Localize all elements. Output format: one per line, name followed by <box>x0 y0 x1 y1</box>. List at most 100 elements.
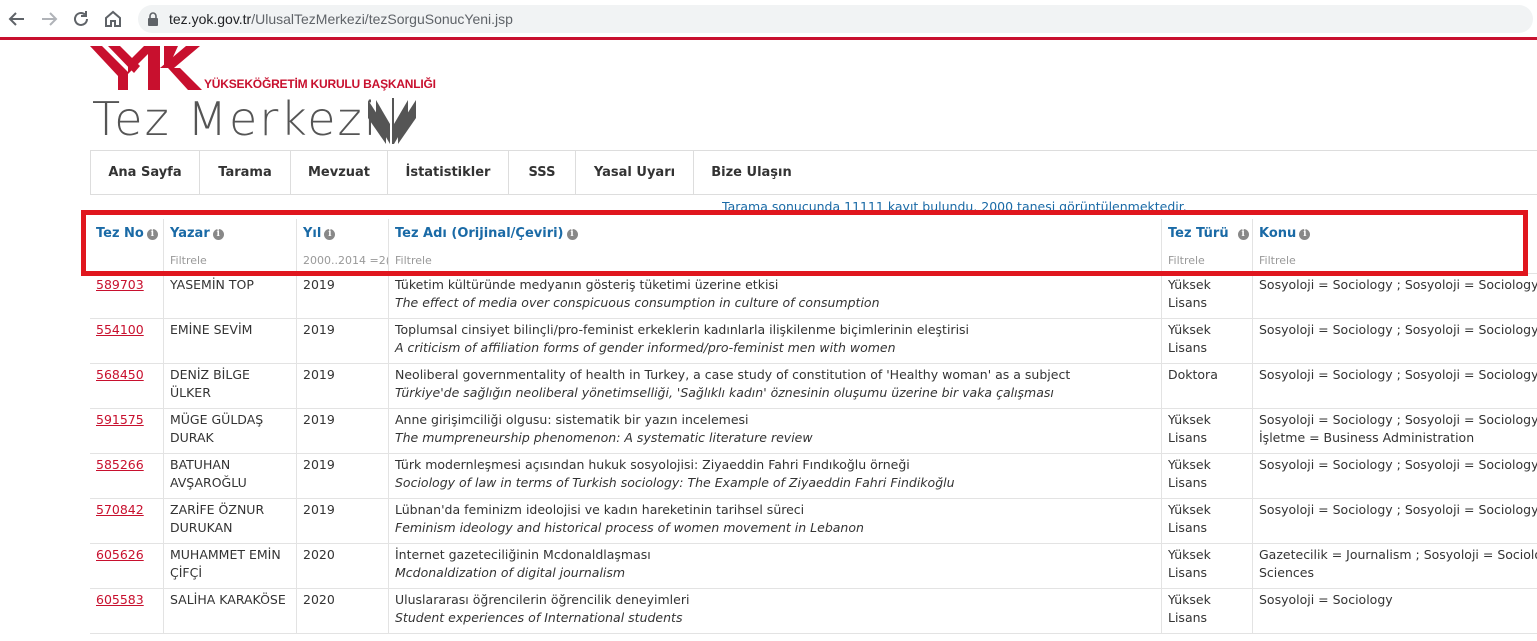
cell-konu: Sosyoloji = Sociology ; Sosyoloji = Soci… <box>1252 454 1537 498</box>
address-bar[interactable]: tez.yok.gov.tr/UlusalTezMerkezi/tezSorgu… <box>138 5 1533 33</box>
cell-konu: Sosyoloji = Sociology ; Sosyoloji = Soci… <box>1252 319 1537 363</box>
filter-cell <box>163 248 296 273</box>
column-header-konu[interactable]: Konu i <box>1252 219 1537 249</box>
home-icon[interactable] <box>102 8 124 30</box>
filter-cell <box>388 248 1161 273</box>
info-icon[interactable]: i <box>324 229 336 240</box>
cell-yil: 2020 <box>296 589 388 633</box>
reload-icon[interactable] <box>70 8 92 30</box>
cell-tez-adi: Uluslararası öğrencilerin öğrencilik den… <box>388 589 1161 633</box>
column-header-label[interactable]: Yıl <box>303 226 321 241</box>
menu-item-tarama[interactable]: Tarama <box>200 151 291 194</box>
menu-item-yasal-uyari[interactable]: Yasal Uyarı <box>576 151 694 194</box>
column-header-label[interactable]: Konu <box>1259 226 1296 241</box>
cell-yil: 2019 <box>296 409 388 453</box>
cell-konu: Sosyoloji = Sociology ; Sosyoloji = Soci… <box>1252 499 1537 543</box>
column-header-tez-adi[interactable]: Tez Adı (Orijinal/Çeviri) i <box>388 219 1161 249</box>
author-line: ZARİFE ÖZNUR <box>170 502 265 517</box>
thesis-number-link[interactable]: 605583 <box>96 592 144 607</box>
cell-yil: 2020 <box>296 544 388 588</box>
cell-konu: Gazetecilik = Journalism ; Sosyoloji = S… <box>1252 544 1537 588</box>
cell-tez-no: 570842 <box>90 499 163 543</box>
cell-tez-adi: Türk modernleşmesi açısından hukuk sosyo… <box>388 454 1161 498</box>
book-icon <box>366 98 418 150</box>
column-header-tez-turu[interactable]: Tez Türü i <box>1161 219 1252 249</box>
cell-konu: Sosyoloji = Sociology ; Sosyoloji = Soci… <box>1252 364 1537 408</box>
subject-line: Sosyoloji = Sociology ; Sosyoloji = Soci… <box>1259 457 1537 472</box>
filter-yazar-input[interactable] <box>170 248 296 272</box>
thesis-type-line: Lisans <box>1168 565 1208 580</box>
menu-item-sss[interactable]: SSS <box>509 151 576 194</box>
back-arrow-icon[interactable] <box>6 8 28 30</box>
cell-tez-adi: İnternet gazeteciliğinin Mcdonaldlaşması… <box>388 544 1161 588</box>
org-name: YÜKSEKÖĞRETİM KURULU BAŞKANLIĞI <box>204 77 436 91</box>
title-original: Tüketim kültüründe medyanın gösteriş tük… <box>395 277 779 292</box>
yok-logo[interactable] <box>90 46 202 94</box>
cell-yazar: MÜGE GÜLDAŞ DURAK <box>163 409 296 453</box>
column-header-label[interactable]: Tez Türü <box>1168 226 1229 241</box>
thesis-type-line: Lisans <box>1168 610 1208 625</box>
menu-item-ana-sayfa[interactable]: Ana Sayfa <box>90 151 200 194</box>
title-translation: Sociology of law in terms of Turkish soc… <box>395 475 955 490</box>
title-original: Lübnan'da feminizm ideolojisi ve kadın h… <box>395 502 805 517</box>
cell-tez-turu: Yüksek Lisans <box>1161 454 1252 498</box>
cell-yazar: YASEMİN TOP <box>163 274 296 318</box>
menu-item-bize-ulasin[interactable]: Bize Ulaşın <box>694 151 809 194</box>
main-menu: Ana Sayfa Tarama Mevzuat İstatistikler S… <box>90 150 1537 195</box>
filter-tez-no-input[interactable] <box>96 248 163 272</box>
lock-icon[interactable] <box>147 11 159 26</box>
url-path: /UlusalTezMerkezi/tezSorguSonucYeni.jsp <box>251 11 513 27</box>
info-icon[interactable]: i <box>212 229 224 240</box>
thesis-type-line: Yüksek <box>1168 412 1211 427</box>
info-icon[interactable]: i <box>566 229 578 240</box>
thesis-number-link[interactable]: 589703 <box>96 277 144 292</box>
info-icon[interactable]: i <box>1237 229 1249 240</box>
thesis-type-line: Doktora <box>1168 367 1218 382</box>
cell-tez-turu: Yüksek Lisans <box>1161 499 1252 543</box>
result-count-text: Tarama sonucunda 11111 kayıt bulundu. 20… <box>722 199 1187 211</box>
author-line: YASEMİN TOP <box>170 277 254 292</box>
menu-item-istatistikler[interactable]: İstatistikler <box>388 151 509 194</box>
year-text: 2019 <box>303 412 335 427</box>
menu-item-mevzuat[interactable]: Mevzuat <box>291 151 388 194</box>
cell-yil: 2019 <box>296 319 388 363</box>
cell-tez-turu: Yüksek Lisans <box>1161 319 1252 363</box>
column-header-yazar[interactable]: Yazar i <box>163 219 296 249</box>
thesis-type-line: Yüksek <box>1168 457 1211 472</box>
table-row: 589703 YASEMİN TOP 2019 Tüketim kültüründe … <box>90 274 1537 319</box>
thesis-type-line: Yüksek <box>1168 547 1211 562</box>
thesis-number-link[interactable]: 591575 <box>96 412 144 427</box>
cell-yil: 2019 <box>296 454 388 498</box>
thesis-number-link[interactable]: 570842 <box>96 502 144 517</box>
column-header-tez-no[interactable]: Tez No i <box>90 219 163 249</box>
thesis-type-line: Lisans <box>1168 475 1208 490</box>
author-line: SALİHA KARAKÖSE <box>170 592 286 607</box>
filter-yil-input[interactable] <box>303 248 388 272</box>
title-translation: Türkiye'de sağlığın neoliberal yönetimse… <box>395 385 1054 400</box>
cell-tez-turu: Yüksek Lisans <box>1161 589 1252 633</box>
forward-arrow-icon[interactable] <box>38 8 60 30</box>
column-header-label[interactable]: Tez No <box>96 226 144 241</box>
cell-yazar: BATUHAN AVŞAROĞLU <box>163 454 296 498</box>
filter-konu-input[interactable] <box>1259 248 1537 272</box>
year-text: 2019 <box>303 502 335 517</box>
thesis-number-link[interactable]: 554100 <box>96 322 144 337</box>
title-translation: A criticism of affiliation forms of gend… <box>395 340 896 355</box>
filter-tez-turu-input[interactable] <box>1168 248 1252 272</box>
thesis-number-link[interactable]: 605626 <box>96 547 144 562</box>
filter-tez-adi-input[interactable] <box>395 248 1161 272</box>
table-row: 605583 SALİHA KARAKÖSE 2020 Uluslararası öğ… <box>90 589 1537 634</box>
thesis-type-line: Yüksek <box>1168 277 1211 292</box>
info-icon[interactable]: i <box>146 229 158 240</box>
column-header-yil[interactable]: Yıl i <box>296 219 388 249</box>
thesis-number-link[interactable]: 568450 <box>96 367 144 382</box>
cell-tez-adi: Lübnan'da feminizm ideolojisi ve kadın h… <box>388 499 1161 543</box>
site-title: Tez Merkezi <box>92 92 379 146</box>
title-original: Anne girişimciliği olgusu: sistematik bi… <box>395 412 749 427</box>
info-icon[interactable]: i <box>1299 229 1311 240</box>
filter-cell <box>1252 248 1537 273</box>
column-header-label[interactable]: Tez Adı (Orijinal/Çeviri) <box>395 226 564 241</box>
column-header-label[interactable]: Yazar <box>170 226 210 241</box>
cell-tez-no: 585266 <box>90 454 163 498</box>
thesis-number-link[interactable]: 585266 <box>96 457 144 472</box>
